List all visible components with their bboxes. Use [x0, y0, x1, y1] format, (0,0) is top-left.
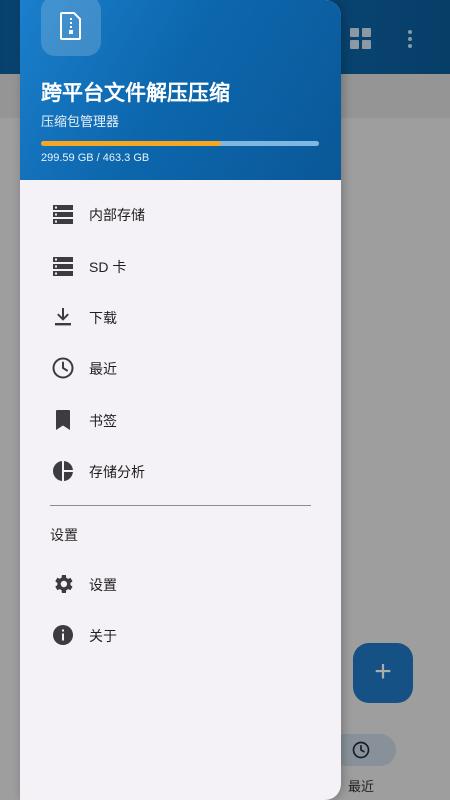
storage-icon: [53, 205, 73, 224]
menu-item-about[interactable]: 关于: [20, 612, 341, 658]
menu-item-label: 书签: [89, 413, 117, 429]
app-logo: [41, 0, 101, 56]
clock-icon: [52, 357, 74, 379]
menu-item-bookmark[interactable]: 书签: [20, 397, 341, 443]
drawer-header: 跨平台文件解压压缩 压缩包管理器 299.59 GB / 463.3 GB: [20, 0, 341, 180]
menu-item-label: 设置: [89, 577, 117, 593]
storage-usage-fill: [41, 141, 221, 146]
menu-item-label: 下载: [89, 310, 117, 326]
app-subtitle: 压缩包管理器: [41, 114, 120, 129]
info-icon: [53, 625, 73, 645]
menu-item-storage-analysis[interactable]: 存储分析: [20, 448, 341, 494]
menu-item-recent[interactable]: 最近: [20, 345, 341, 391]
pie-chart-icon: [52, 461, 73, 481]
menu-item-label: 内部存储: [89, 207, 145, 223]
app-title: 跨平台文件解压压缩: [41, 82, 230, 105]
menu-item-settings[interactable]: 设置: [20, 561, 341, 607]
settings-section-label: 设置: [50, 527, 78, 543]
bookmark-icon: [56, 410, 70, 430]
menu-item-label: 最近: [89, 361, 117, 377]
menu-item-label: SD 卡: [89, 259, 127, 275]
storage-usage-text: 299.59 GB / 463.3 GB: [41, 152, 150, 164]
menu-item-label: 存储分析: [89, 464, 145, 480]
menu-item-internal-storage[interactable]: 内部存储: [20, 191, 341, 237]
zip-file-icon: [60, 12, 81, 40]
navigation-drawer: 跨平台文件解压压缩 压缩包管理器 299.59 GB / 463.3 GB 内部…: [20, 0, 341, 800]
sd-card-icon: [53, 257, 73, 276]
menu-divider: [50, 505, 311, 506]
gear-icon: [55, 575, 73, 593]
menu-item-label: 关于: [89, 628, 117, 644]
download-icon: [55, 308, 71, 326]
menu-item-download[interactable]: 下载: [20, 294, 341, 340]
storage-usage-bar: [41, 141, 319, 146]
menu-item-sd-card[interactable]: SD 卡: [20, 243, 341, 289]
